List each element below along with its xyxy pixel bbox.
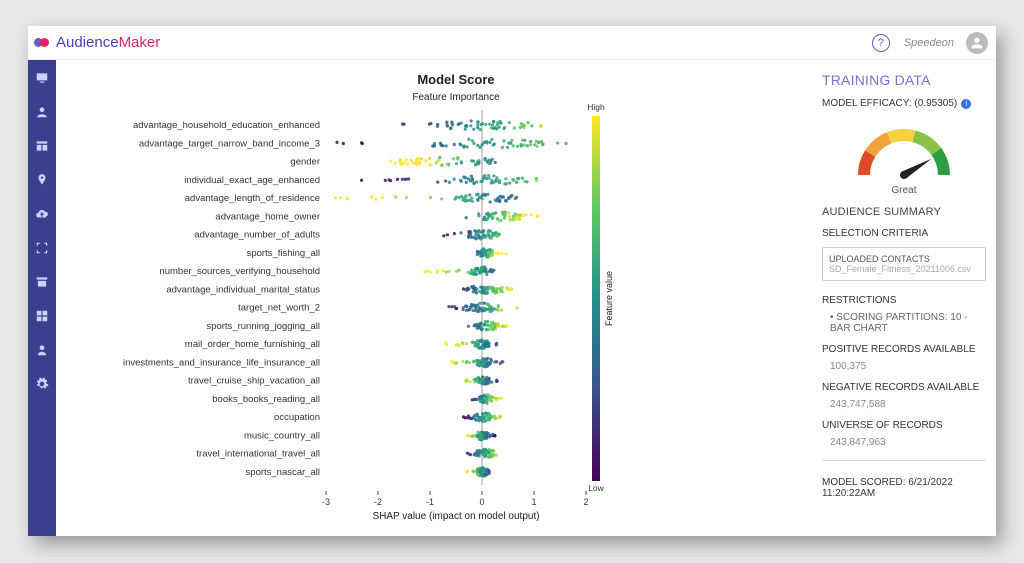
brand-mark-icon xyxy=(34,34,52,52)
panel-title: TRAINING DATA xyxy=(822,72,986,88)
svg-text:-1: -1 xyxy=(426,497,434,507)
svg-text:occupation: occupation xyxy=(274,412,320,423)
uploaded-contacts-filename: SD_Female_Fitness_20211006.csv xyxy=(829,264,979,274)
svg-text:advantage_number_of_adults: advantage_number_of_adults xyxy=(194,230,320,241)
positive-records-value: 100,375 xyxy=(830,361,986,372)
svg-text:advantage_target_narrow_band_i: advantage_target_narrow_band_income_3 xyxy=(139,138,320,149)
svg-text:sports_fishing_all: sports_fishing_all xyxy=(247,248,320,259)
app-grid-icon[interactable] xyxy=(34,308,50,324)
svg-text:SHAP value (impact on model ou: SHAP value (impact on model output) xyxy=(372,511,539,522)
universe-records-label: UNIVERSE OF RECORDS xyxy=(822,420,986,431)
negative-records-label: NEGATIVE RECORDS AVAILABLE xyxy=(822,382,986,393)
restrictions-title: RESTRICTIONS xyxy=(822,295,986,306)
uploaded-contacts-box[interactable]: UPLOADED CONTACTS SD_Female_Fitness_2021… xyxy=(822,247,986,281)
positive-records-label: POSITIVE RECORDS AVAILABLE xyxy=(822,344,986,355)
monitor-icon[interactable] xyxy=(34,70,50,86)
pin-icon[interactable] xyxy=(34,172,50,188)
topbar: AudienceMaker ? Speedeon xyxy=(28,26,996,60)
uploaded-contacts-label: UPLOADED CONTACTS xyxy=(829,254,979,264)
app-frame: AudienceMaker ? Speedeon Model Score Feat… xyxy=(28,26,996,536)
universe-records-value: 243,847,963 xyxy=(830,437,986,448)
svg-text:sports_running_jogging_all: sports_running_jogging_all xyxy=(206,321,320,332)
svg-text:travel_cruise_ship_vacation_al: travel_cruise_ship_vacation_all xyxy=(188,376,320,387)
cloud-upload-icon[interactable] xyxy=(34,206,50,222)
brand-name-b: Maker xyxy=(119,34,161,51)
svg-text:gender: gender xyxy=(290,157,320,168)
svg-text:2: 2 xyxy=(583,497,588,507)
svg-text:-3: -3 xyxy=(322,497,330,507)
svg-text:sports_nascar_all: sports_nascar_all xyxy=(246,467,320,478)
svg-text:0: 0 xyxy=(479,497,484,507)
svg-text:Feature Importance: Feature Importance xyxy=(412,92,500,103)
archive-icon[interactable] xyxy=(34,274,50,290)
brand-logo[interactable]: AudienceMaker xyxy=(34,34,160,52)
selection-criteria-title: SELECTION CRITERIA xyxy=(822,228,986,239)
sidebar xyxy=(28,60,56,536)
table-icon[interactable] xyxy=(34,138,50,154)
svg-text:-2: -2 xyxy=(374,497,382,507)
help-icon[interactable]: ? xyxy=(872,34,890,52)
gear-icon[interactable] xyxy=(34,376,50,392)
svg-text:investments_and_insurance_life: investments_and_insurance_life_insurance… xyxy=(123,357,320,368)
info-icon[interactable]: i xyxy=(961,99,971,109)
svg-text:1: 1 xyxy=(531,497,536,507)
svg-text:advantage_household_education_: advantage_household_education_enhanced xyxy=(133,120,320,131)
avatar[interactable] xyxy=(966,32,988,54)
brand-name-a: Audience xyxy=(56,34,119,51)
svg-text:mail_order_home_furnishing_all: mail_order_home_furnishing_all xyxy=(185,339,320,350)
user-icon[interactable] xyxy=(34,342,50,358)
svg-text:Low: Low xyxy=(588,483,604,493)
users-icon[interactable] xyxy=(34,104,50,120)
restrictions-item: SCORING PARTITIONS: 10 - BAR CHART xyxy=(830,312,986,334)
svg-text:books_books_reading_all: books_books_reading_all xyxy=(212,394,320,405)
svg-text:advantage_individual_marital_s: advantage_individual_marital_status xyxy=(166,284,320,295)
model-efficacy-label: MODEL EFFICACY: (0.95305) xyxy=(822,98,957,109)
svg-text:Model Score: Model Score xyxy=(417,72,494,87)
efficacy-gauge xyxy=(844,117,964,187)
svg-text:Feature value: Feature value xyxy=(604,271,614,326)
tenant-label: Speedeon xyxy=(904,37,954,49)
shap-plot: Model Score Feature Importance advantage_h… xyxy=(56,60,816,536)
svg-text:High: High xyxy=(587,102,605,112)
svg-text:music_country_all: music_country_all xyxy=(244,430,320,441)
svg-text:travel_international_travel_al: travel_international_travel_all xyxy=(196,449,320,460)
scan-icon[interactable] xyxy=(34,240,50,256)
training-data-panel: TRAINING DATA MODEL EFFICACY: (0.95305) … xyxy=(816,60,996,536)
svg-text:number_sources_verifying_house: number_sources_verifying_household xyxy=(159,266,320,277)
svg-text:advantage_length_of_residence: advantage_length_of_residence xyxy=(185,193,320,204)
audience-summary-title: AUDIENCE SUMMARY xyxy=(822,206,986,218)
svg-text:advantage_home_owner: advantage_home_owner xyxy=(215,211,320,222)
model-scored-label: MODEL SCORED: 6/21/2022 11:20:22AM xyxy=(822,477,986,499)
gauge-rating-label: Great xyxy=(891,185,916,196)
svg-text:target_net_worth_2: target_net_worth_2 xyxy=(238,303,320,314)
negative-records-value: 243,747,588 xyxy=(830,399,986,410)
svg-text:individual_exact_age_enhanced: individual_exact_age_enhanced xyxy=(184,175,320,186)
